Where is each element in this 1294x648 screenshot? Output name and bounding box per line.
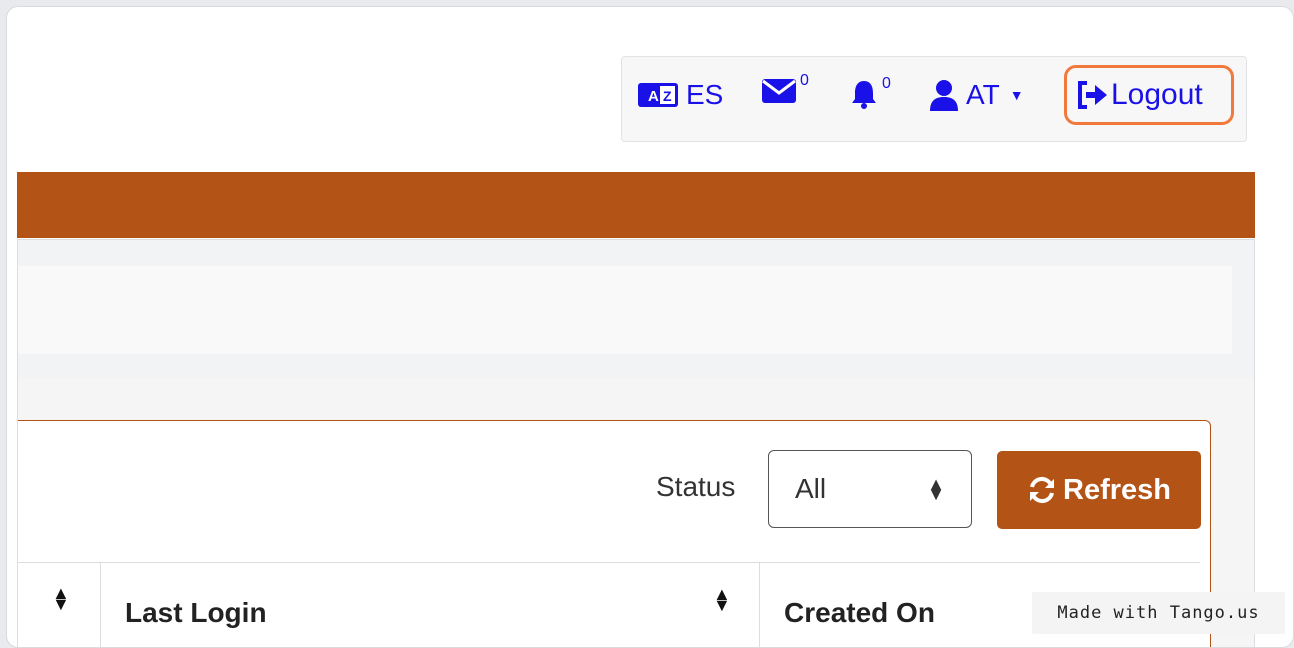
top-navbar: A Z ES 0 0 AT ▼ Logout	[621, 56, 1247, 142]
status-selected-value: All	[795, 473, 827, 504]
refresh-icon	[1030, 476, 1054, 504]
refresh-label: Refresh	[1063, 473, 1171, 506]
chevron-down-icon: ▼	[1009, 87, 1024, 103]
logout-label: Logout	[1111, 78, 1203, 111]
bell-icon	[852, 81, 876, 109]
language-icon: A Z	[638, 83, 678, 107]
breadcrumb-bar	[18, 266, 1232, 354]
user-initials: AT	[966, 79, 1000, 110]
tango-watermark: Made with Tango.us	[1032, 592, 1285, 634]
breadcrumb-panel	[17, 239, 1255, 379]
envelope-icon	[762, 79, 796, 103]
column-label: Last Login	[125, 597, 267, 628]
column-header-last-login[interactable]: Last Login ▲ ▼	[100, 563, 759, 647]
messages-count: 0	[800, 72, 809, 89]
column-label: Created On	[784, 597, 935, 628]
notifications-count: 0	[882, 75, 891, 92]
status-label: Status	[656, 471, 736, 502]
svg-text:Z: Z	[663, 88, 672, 104]
table-header: Last Login ▲ ▼ Created On	[18, 562, 1200, 647]
user-menu[interactable]: AT ▼	[930, 79, 1024, 111]
header-band	[17, 172, 1255, 238]
language-switcher[interactable]: A Z ES	[638, 79, 723, 111]
svg-text:A: A	[648, 88, 659, 105]
language-label: ES	[686, 79, 724, 110]
notifications-link[interactable]: 0	[850, 75, 891, 109]
sign-out-icon	[1078, 81, 1107, 109]
refresh-button[interactable]: Refresh	[997, 451, 1201, 529]
status-select[interactable]: All ▲ ▼	[768, 450, 972, 528]
sort-icon[interactable]: ▲ ▼	[713, 585, 731, 614]
messages-link[interactable]: 0	[762, 72, 809, 103]
user-icon	[930, 80, 958, 111]
app-window: A Z ES 0 0 AT ▼ Logout Status All ▲ ▼ Re…	[6, 6, 1294, 648]
logout-button[interactable]: Logout	[1064, 65, 1234, 125]
select-arrows-icon: ▲ ▼	[927, 474, 945, 504]
